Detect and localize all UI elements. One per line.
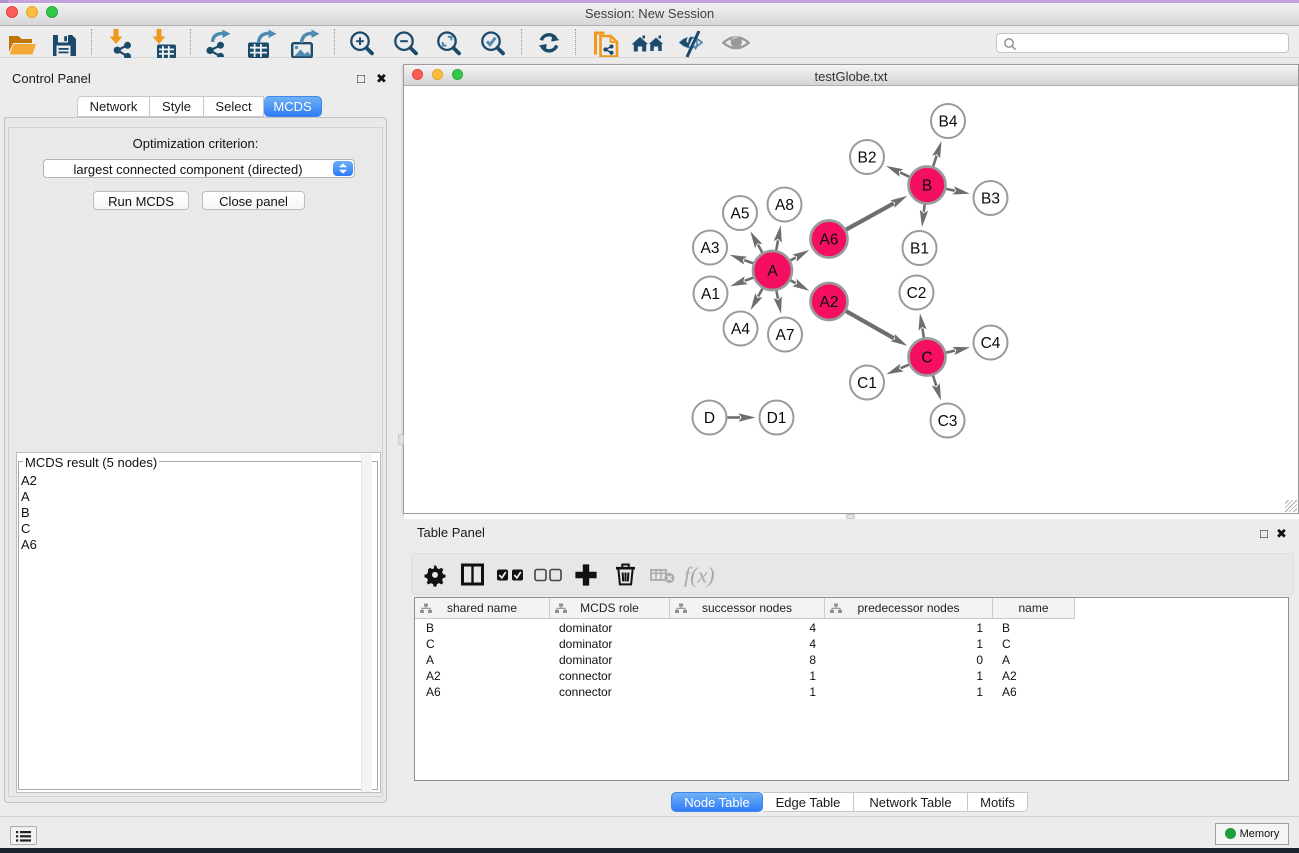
svg-text:B1: B1 <box>910 241 929 258</box>
svg-text:A: A <box>767 263 778 280</box>
svg-text:C2: C2 <box>907 285 927 302</box>
svg-text:A8: A8 <box>775 197 794 214</box>
svg-text:C1: C1 <box>857 375 877 392</box>
svg-text:A2: A2 <box>820 294 839 311</box>
svg-text:C3: C3 <box>938 413 958 430</box>
svg-text:D1: D1 <box>767 410 787 427</box>
svg-text:A4: A4 <box>731 321 750 338</box>
svg-text:B3: B3 <box>981 191 1000 208</box>
svg-text:A1: A1 <box>701 286 720 303</box>
svg-text:A7: A7 <box>776 327 795 344</box>
svg-text:D: D <box>704 410 715 427</box>
svg-text:B2: B2 <box>858 150 877 167</box>
svg-text:f(x): f(x) <box>684 563 715 588</box>
svg-text:A3: A3 <box>701 240 720 257</box>
svg-text:A5: A5 <box>731 206 750 223</box>
svg-text:B: B <box>922 178 932 195</box>
svg-text:B4: B4 <box>939 114 958 131</box>
svg-text:A6: A6 <box>820 232 839 249</box>
svg-text:C4: C4 <box>981 335 1001 352</box>
svg-text:C: C <box>921 350 932 367</box>
